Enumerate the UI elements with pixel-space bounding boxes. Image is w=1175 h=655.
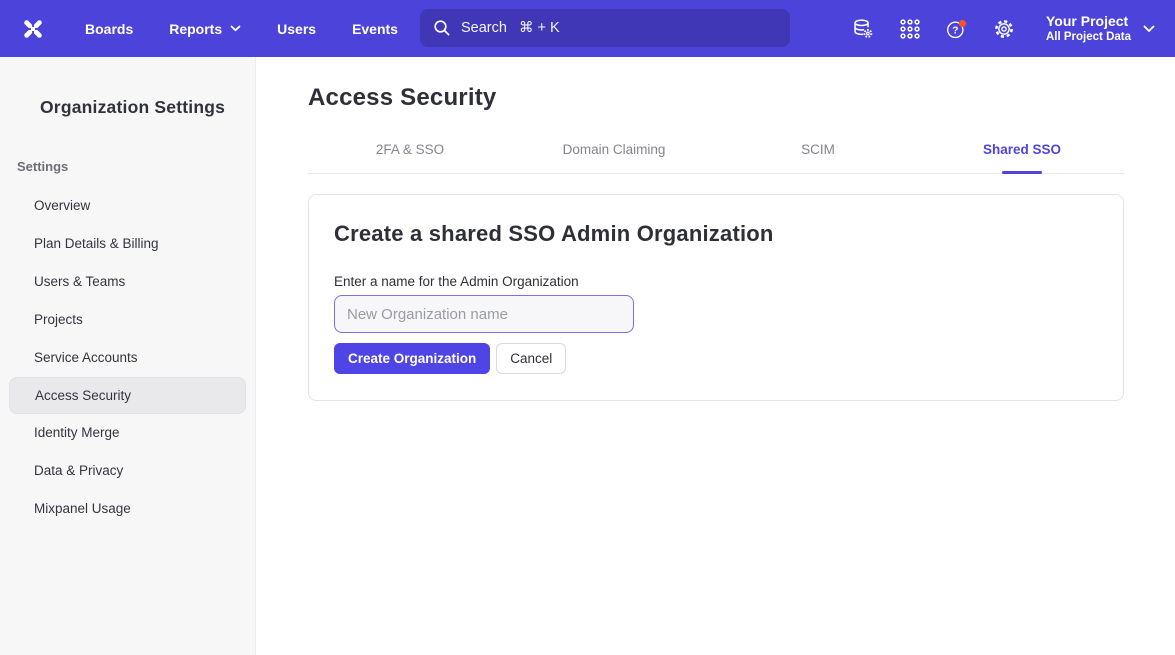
tab-shared-sso[interactable]: Shared SSO bbox=[920, 134, 1124, 173]
help-icon[interactable]: ? bbox=[946, 18, 968, 40]
sidebar-item-access-security[interactable]: Access Security bbox=[9, 377, 246, 414]
nav-item-label: Users bbox=[277, 21, 316, 37]
sidebar-item-mixpanel-usage[interactable]: Mixpanel Usage bbox=[0, 490, 255, 528]
sidebar-section-label: Settings bbox=[17, 159, 255, 175]
mixpanel-logo-icon bbox=[18, 14, 48, 44]
tab-2fa-sso[interactable]: 2FA & SSO bbox=[308, 134, 512, 173]
sidebar-item-overview[interactable]: Overview bbox=[0, 187, 255, 225]
apps-grid-icon[interactable] bbox=[899, 18, 921, 40]
sidebar-item-plan-details-billing[interactable]: Plan Details & Billing bbox=[0, 225, 255, 263]
sidebar-item-users-teams[interactable]: Users & Teams bbox=[0, 263, 255, 301]
sidebar-item-service-accounts[interactable]: Service Accounts bbox=[0, 339, 255, 377]
chevron-down-icon bbox=[1143, 25, 1155, 33]
sidebar-item-projects[interactable]: Projects bbox=[0, 301, 255, 339]
top-navbar: Boards Reports Users Events Search ⌘ + K bbox=[0, 0, 1175, 57]
settings-sidebar: Organization Settings Settings Overview … bbox=[0, 57, 256, 655]
tab-domain-claiming[interactable]: Domain Claiming bbox=[512, 134, 716, 173]
tab-scim[interactable]: SCIM bbox=[716, 134, 920, 173]
primary-nav: Boards Reports Users Events bbox=[85, 21, 398, 37]
chevron-down-icon bbox=[230, 25, 241, 32]
nav-item-users[interactable]: Users bbox=[277, 21, 316, 37]
create-organization-button[interactable]: Create Organization bbox=[334, 343, 490, 374]
create-shared-sso-card: Create a shared SSO Admin Organization E… bbox=[308, 194, 1124, 401]
project-switcher[interactable]: Your Project All Project Data bbox=[1046, 12, 1155, 45]
sidebar-item-identity-merge[interactable]: Identity Merge bbox=[0, 414, 255, 452]
notification-dot bbox=[959, 19, 966, 26]
page-title: Access Security bbox=[308, 57, 1124, 112]
nav-item-label: Reports bbox=[169, 21, 222, 37]
nav-item-reports[interactable]: Reports bbox=[169, 21, 241, 37]
nav-item-label: Boards bbox=[85, 21, 133, 37]
search-icon bbox=[433, 19, 451, 37]
nav-item-boards[interactable]: Boards bbox=[85, 21, 133, 37]
card-title: Create a shared SSO Admin Organization bbox=[334, 221, 1097, 247]
search-shortcut: ⌘ + K bbox=[519, 20, 560, 36]
project-scope: All Project Data bbox=[1046, 30, 1131, 45]
svg-text:?: ? bbox=[952, 25, 958, 36]
sidebar-nav-list: Overview Plan Details & Billing Users & … bbox=[0, 187, 255, 528]
org-name-input[interactable] bbox=[334, 295, 634, 333]
data-management-icon[interactable] bbox=[852, 18, 874, 40]
access-security-tabs: 2FA & SSO Domain Claiming SCIM Shared SS… bbox=[308, 134, 1124, 174]
sidebar-item-data-privacy[interactable]: Data & Privacy bbox=[0, 452, 255, 490]
cancel-button[interactable]: Cancel bbox=[496, 343, 566, 374]
navbar-right-cluster: ? Your Project All Project Data bbox=[852, 12, 1175, 45]
nav-item-label: Events bbox=[352, 21, 398, 37]
search-placeholder: Search bbox=[461, 20, 507, 36]
settings-gear-icon[interactable] bbox=[993, 18, 1015, 40]
search-input[interactable]: Search ⌘ + K bbox=[420, 9, 790, 47]
sidebar-title: Organization Settings bbox=[0, 57, 255, 119]
project-name: Your Project bbox=[1046, 12, 1131, 30]
nav-item-events[interactable]: Events bbox=[352, 21, 398, 37]
mixpanel-logo[interactable] bbox=[18, 14, 48, 44]
card-actions: Create Organization Cancel bbox=[334, 343, 1097, 374]
main-content: Access Security 2FA & SSO Domain Claimin… bbox=[256, 57, 1175, 655]
org-name-label: Enter a name for the Admin Organization bbox=[334, 274, 1097, 289]
